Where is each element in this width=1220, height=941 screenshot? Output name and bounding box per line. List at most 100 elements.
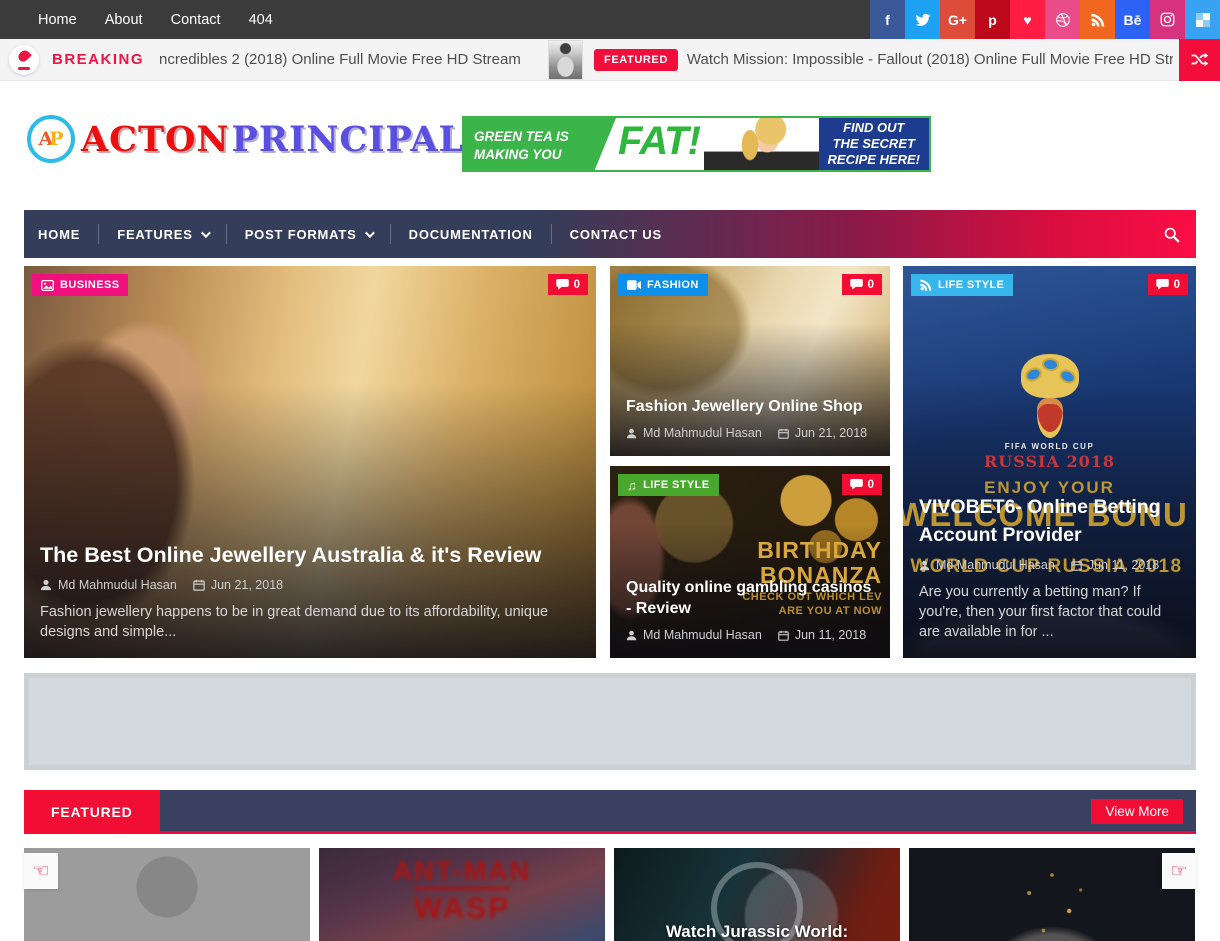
- ad-text-left: GREEN TEA ISMAKING YOU: [464, 118, 616, 170]
- shuffle-button[interactable]: [1179, 39, 1220, 81]
- header-ad-banner[interactable]: GREEN TEA ISMAKING YOU FAT! FIND OUTTHE …: [462, 116, 931, 172]
- post-date: Jun 11, 2018: [778, 628, 866, 642]
- view-more-button[interactable]: View More: [1091, 799, 1183, 824]
- post-meta: Md Mahmudul Hasan Jun 21, 2018: [40, 578, 580, 592]
- carousel-item-sparkles[interactable]: [909, 848, 1195, 941]
- comment-icon: [1156, 279, 1169, 290]
- nav-item-documentation[interactable]: DOCUMENTATION: [391, 210, 551, 258]
- behance-glyph: Bē: [1124, 12, 1142, 28]
- featured-post-gambling[interactable]: BIRTHDAY BONANZA CHECK OUT WHICH LEV ARE…: [610, 466, 890, 658]
- comment-icon: [850, 279, 863, 290]
- search-button[interactable]: [1163, 226, 1180, 243]
- pinterest-icon[interactable]: p: [975, 0, 1010, 39]
- topbar-link-about[interactable]: About: [105, 12, 143, 28]
- post-author: Md Mahmudul Hasan: [919, 558, 1055, 572]
- behance-icon[interactable]: Bē: [1115, 0, 1150, 39]
- logo-monogram: AP: [27, 115, 75, 163]
- category-label: LIFE STYLE: [643, 479, 709, 491]
- carousel-item-antman[interactable]: ANT-MAN WASP: [319, 848, 605, 941]
- category-label: FASHION: [647, 279, 699, 291]
- heart-glyph: ♥: [1023, 12, 1031, 28]
- breaking-ticker: BREAKING ncredibles 2 (2018) Online Full…: [0, 39, 1220, 81]
- carousel-prev-button[interactable]: ☜: [24, 853, 58, 889]
- comments-badge[interactable]: 0: [1148, 274, 1188, 295]
- heart-icon[interactable]: ♥: [1010, 0, 1045, 39]
- post-overlay: Quality online gambling casinos - Review…: [610, 563, 890, 658]
- featured-ticker-badge: FEATURED: [594, 49, 678, 71]
- comments-badge[interactable]: 0: [842, 474, 882, 495]
- comments-badge[interactable]: 0: [842, 274, 882, 295]
- post-overlay: VIVOBET6- Online Betting Account Provide…: [903, 480, 1196, 658]
- nav-item-features[interactable]: FEATURES: [99, 210, 226, 258]
- comments-badge[interactable]: 0: [548, 274, 588, 295]
- breaking-label: BREAKING: [52, 51, 144, 68]
- instagram-icon[interactable]: [1150, 0, 1185, 39]
- post-title[interactable]: Quality online gambling casinos - Review: [626, 577, 874, 619]
- post-author: Md Mahmudul Hasan: [626, 628, 762, 642]
- flame-icon: [9, 45, 39, 75]
- featured-post-main[interactable]: BUSINESS 0 The Best Online Jewellery Aus…: [24, 266, 596, 658]
- google-plus-icon[interactable]: G+: [940, 0, 975, 39]
- breaking-ticker-link[interactable]: ncredibles 2 (2018) Online Full Movie Fr…: [159, 51, 534, 68]
- comment-count: 0: [868, 279, 874, 291]
- nav-item-post-formats[interactable]: POST FORMATS: [227, 210, 390, 258]
- category-badge-business[interactable]: BUSINESS: [32, 274, 128, 296]
- category-badge-fashion[interactable]: FASHION: [618, 274, 708, 296]
- calendar-icon: [778, 630, 789, 641]
- topbar-link-contact[interactable]: Contact: [171, 12, 221, 28]
- carousel-item-jurassic[interactable]: Watch Jurassic World:: [614, 848, 900, 941]
- image-overlay-text: RUSSIA 2018: [903, 452, 1196, 471]
- nav-item-contact-us[interactable]: CONTACT US: [552, 210, 680, 258]
- header: AP ACTONPRINCIPALS GREEN TEA ISMAKING YO…: [0, 81, 1220, 209]
- carousel-next-button[interactable]: ☞: [1162, 853, 1196, 889]
- topbar: Home About Contact 404 f G+ p ♥ Bē: [0, 0, 1220, 39]
- post-meta: Md Mahmudul Hasan Jun 11, 2018: [626, 628, 874, 642]
- post-date: Jun 11, 2018: [1071, 558, 1159, 572]
- image-icon: [41, 280, 54, 291]
- poster-text: ANT-MAN WASP: [319, 856, 605, 926]
- post-title[interactable]: VIVOBET6- Online Betting Account Provide…: [919, 494, 1180, 549]
- post-author: Md Mahmudul Hasan: [626, 426, 762, 440]
- dribbble-icon[interactable]: [1045, 0, 1080, 39]
- twitter-icon[interactable]: [905, 0, 940, 39]
- post-overlay: The Best Online Jewellery Australia & it…: [24, 527, 596, 658]
- topbar-links: Home About Contact 404: [38, 12, 273, 28]
- topbar-link-404[interactable]: 404: [249, 12, 273, 28]
- facebook-icon[interactable]: f: [870, 0, 905, 39]
- delicious-icon[interactable]: [1185, 0, 1220, 39]
- chevron-down-icon: [365, 228, 375, 238]
- nav-item-home[interactable]: HOME: [24, 210, 98, 258]
- category-badge-lifestyle[interactable]: ♫ LIFE STYLE: [618, 474, 719, 496]
- rss-icon[interactable]: [1080, 0, 1115, 39]
- calendar-icon: [778, 428, 789, 439]
- post-date: Jun 21, 2018: [778, 426, 867, 440]
- topbar-link-home[interactable]: Home: [38, 12, 77, 28]
- featured-post-betting[interactable]: FIFA WORLD CUP RUSSIA 2018 ENJOY YOUR WE…: [903, 266, 1196, 658]
- featured-post-fashion[interactable]: FASHION 0 Fashion Jewellery Online Shop …: [610, 266, 890, 456]
- shuffle-icon: [1190, 50, 1209, 69]
- ad-woman-image: [704, 118, 819, 170]
- hand-left-icon: ☜: [32, 860, 49, 883]
- comment-icon: [556, 279, 569, 290]
- post-meta: Md Mahmudul Hasan Jun 21, 2018: [626, 426, 874, 440]
- carousel-item-placeholder[interactable]: [24, 848, 310, 941]
- category-label: BUSINESS: [60, 279, 119, 291]
- post-date: Jun 21, 2018: [193, 578, 283, 592]
- hand-right-icon: ☞: [1170, 860, 1187, 883]
- post-title[interactable]: Watch Jurassic World:: [666, 922, 848, 941]
- ad-text-big: FAT!: [616, 118, 704, 170]
- post-excerpt: Are you currently a betting man? If you'…: [919, 582, 1180, 642]
- comment-icon: [850, 479, 863, 490]
- post-title[interactable]: The Best Online Jewellery Australia & it…: [40, 541, 580, 569]
- category-badge-lifestyle[interactable]: LIFE STYLE: [911, 274, 1013, 296]
- featured-ticker-link[interactable]: Watch Mission: Impossible - Fallout (201…: [687, 51, 1173, 68]
- video-icon: [627, 280, 641, 290]
- search-icon: [1163, 226, 1180, 243]
- post-overlay: Fashion Jewellery Online Shop Md Mahmudu…: [610, 382, 890, 456]
- featured-ticker-thumbnail[interactable]: [548, 40, 583, 80]
- site-logo[interactable]: AP ACTONPRINCIPALS: [27, 115, 490, 163]
- post-title[interactable]: Fashion Jewellery Online Shop: [626, 396, 874, 417]
- person-icon: [919, 560, 930, 571]
- pinterest-glyph: p: [988, 12, 997, 28]
- ad-placeholder[interactable]: [24, 673, 1196, 770]
